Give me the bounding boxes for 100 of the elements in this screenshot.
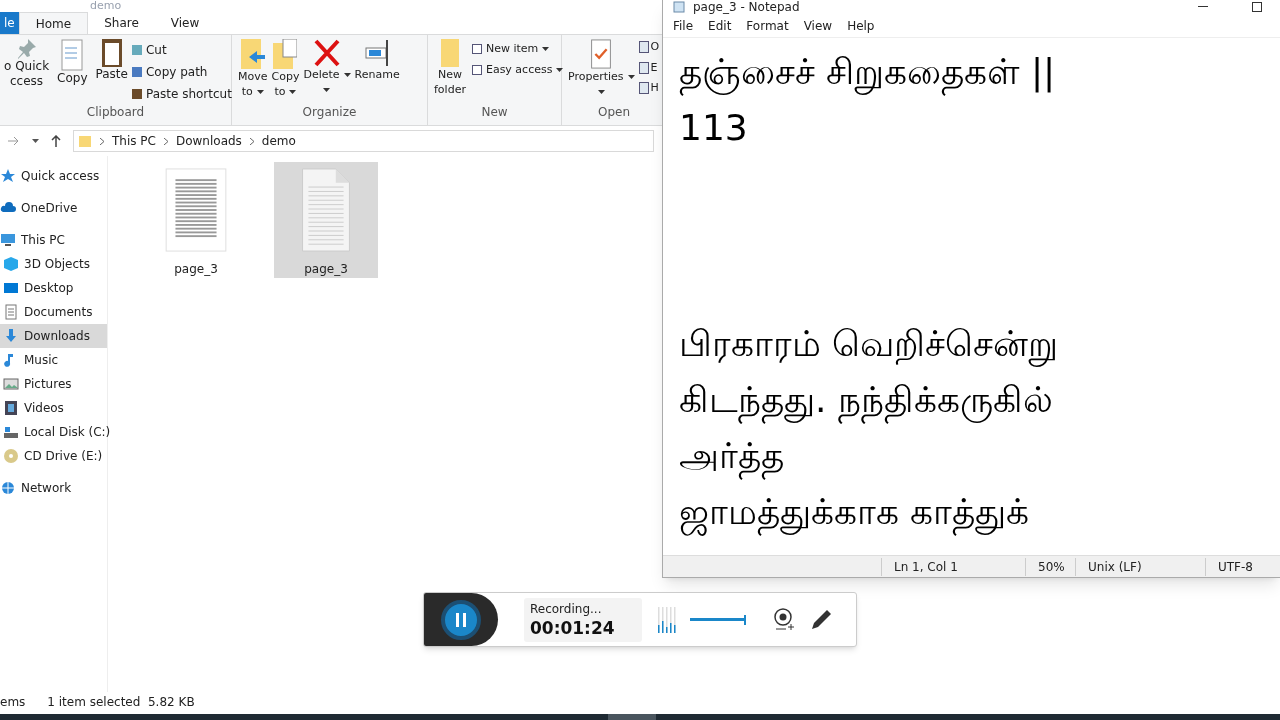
text-line: அர்த்த (679, 428, 784, 484)
ribbon-small-button[interactable]: Copy path (131, 63, 232, 81)
text-line: 113 (679, 106, 748, 150)
nav-item[interactable]: Downloads (0, 324, 107, 348)
nav-item[interactable]: This PC (0, 228, 107, 252)
menu-item[interactable]: Edit (708, 16, 732, 35)
monitor-icon (3, 280, 19, 296)
status-text: 50% (1025, 557, 1075, 576)
status-text: Ln 1, Col 1 (881, 557, 1025, 576)
caret-icon (597, 89, 605, 94)
text-area[interactable]: தஞ்சைச் சிறுகதைகள் || 113 பிரகாரம் வெறிச்சென்று கிடந்தது. நந்திக்கருகில் அர்த்த ஜாமத்துக்காக காத்துக் (663, 38, 1280, 555)
nav-item[interactable]: Quick access (0, 164, 107, 188)
rename-button[interactable]: Rename (352, 35, 402, 82)
file-icon (638, 82, 649, 95)
ribbon-small-button[interactable]: O (638, 39, 660, 56)
nav-item[interactable]: Videos (0, 396, 107, 420)
copy-button[interactable]: Copy (53, 35, 92, 86)
notepad-icon (673, 1, 685, 13)
nav-item[interactable]: Music (0, 348, 107, 372)
recording-label: Recording... (530, 600, 603, 617)
window-title: demo (90, 0, 123, 11)
text-line: பிரகாரம் வெறிச்சென்று (679, 316, 1059, 372)
caret-icon (289, 89, 297, 94)
ribbon-small-button[interactable]: H (638, 80, 660, 97)
text-line: ஜாமத்துக்காக காத்துக் (679, 484, 1030, 540)
folder-icon (78, 134, 92, 148)
film-icon (3, 400, 19, 416)
status-text: 1 item selected 5.82 KB (47, 694, 195, 711)
drive-icon (3, 424, 19, 440)
file-icon (638, 61, 649, 74)
nav-item[interactable]: Desktop (0, 276, 107, 300)
delete-button[interactable]: Delete (301, 35, 353, 97)
menu-item[interactable]: File (673, 16, 694, 35)
chevron-icon (100, 137, 104, 145)
document-tile[interactable]: page_3 (144, 162, 248, 278)
ribbon-small-button[interactable]: Easy access (471, 61, 564, 78)
group-label: Open (597, 104, 632, 121)
nav-item[interactable]: Network (0, 476, 107, 500)
pen-icon (812, 609, 832, 630)
nav-item[interactable]: Pictures (0, 372, 107, 396)
delete-icon (314, 39, 340, 67)
address-bar[interactable]: This PC Downloads demo (73, 130, 654, 152)
nav-item[interactable]: OneDrive (0, 196, 107, 220)
folder-copy-icon (273, 39, 298, 69)
menu-item[interactable]: Format (746, 16, 789, 35)
up-arrow-icon[interactable] (51, 135, 61, 147)
download-icon (3, 328, 19, 344)
ribbon-small-button[interactable]: Paste shortcut (131, 85, 232, 103)
caret-icon (256, 89, 264, 94)
breadcrumb[interactable]: Downloads (175, 132, 242, 150)
caret-icon (542, 47, 550, 52)
chevron-icon (163, 137, 168, 145)
menu-item[interactable]: View (803, 16, 833, 35)
caret-icon (323, 87, 331, 92)
ribbon-tab[interactable]: View (154, 12, 216, 34)
rename-icon (365, 39, 390, 67)
cube-icon (3, 256, 19, 272)
webcam-icon (772, 606, 796, 633)
recording-time: 00:01:24 (530, 616, 616, 639)
nav-item[interactable]: Documents (0, 300, 107, 324)
recent-dropdown-icon[interactable] (32, 139, 39, 143)
caret-icon (343, 72, 351, 77)
ribbon-small-button[interactable]: Cut (131, 41, 232, 59)
copy-icon (61, 39, 84, 71)
menu-item[interactable]: Help (847, 16, 875, 35)
star-icon (0, 168, 16, 184)
new-folder-button[interactable]: New folder (432, 35, 468, 97)
paste-button[interactable]: Paste (91, 35, 132, 82)
ribbon-tab[interactable]: Home (18, 12, 89, 34)
caret-icon (627, 74, 635, 79)
properties-button[interactable]: Properties (566, 35, 637, 99)
text-line: கிடந்தது. நந்திக்கருகில் (679, 372, 1053, 428)
status-text: Unix (LF) (1075, 557, 1205, 576)
nav-item[interactable]: 3D Objects (0, 252, 107, 276)
forward-arrow-icon[interactable] (8, 136, 20, 146)
computer-icon (0, 232, 16, 248)
ribbon-small-button[interactable]: E (638, 59, 660, 76)
pause-button[interactable] (441, 599, 481, 640)
group-label: Organize (301, 104, 358, 121)
minimize-icon (1198, 6, 1208, 8)
pause-icon (456, 612, 466, 627)
group-label: Clipboard (85, 104, 146, 121)
status-text: ems (0, 694, 26, 711)
ribbon-small-button[interactable]: New item (471, 41, 564, 58)
audio-meter-icon (658, 606, 676, 633)
ribbon-tab[interactable]: Share (88, 12, 155, 34)
clipboard-icon (101, 39, 122, 67)
text-line: தஞ்சைச் சிறுகதைகள் || (679, 44, 1056, 100)
document-tile[interactable]: page_3 (274, 162, 378, 278)
nav-item[interactable]: CD Drive (E:) (0, 444, 107, 468)
checklist-icon (590, 39, 613, 69)
breadcrumb[interactable]: This PC (112, 132, 156, 150)
nav-item[interactable]: Local Disk (C:) (0, 420, 107, 444)
copy-to-button[interactable]: Copy to (269, 35, 302, 99)
file-tab[interactable]: le (0, 12, 19, 34)
new-item-icon (471, 44, 482, 55)
breadcrumb[interactable]: demo (261, 132, 296, 150)
move-to-button[interactable]: Move to (236, 35, 270, 99)
text-file-icon (301, 168, 351, 252)
pin-button[interactable]: o Quick ccess (0, 35, 54, 89)
